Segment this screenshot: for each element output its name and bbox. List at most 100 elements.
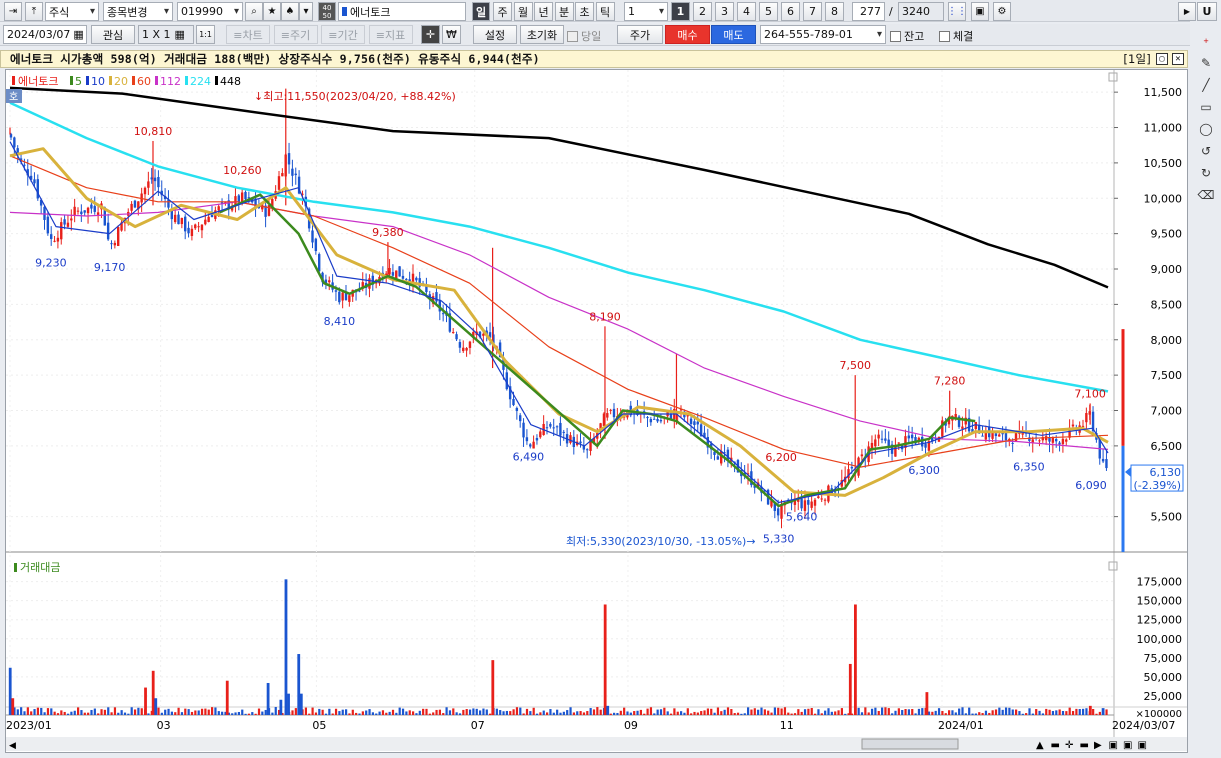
number-tab-1[interactable]: 2 xyxy=(693,2,712,21)
tab-3[interactable]: 분 xyxy=(554,2,574,21)
candle-body xyxy=(612,408,616,418)
today-checkbox-box[interactable] xyxy=(567,30,578,42)
star-icon[interactable]: ★ xyxy=(263,2,281,21)
number-tab-4[interactable]: 5 xyxy=(759,2,778,21)
pin-top-icon[interactable]: ⤒ xyxy=(25,2,43,21)
grid-icon[interactable]: ⋮⋮ xyxy=(947,2,967,21)
account-select[interactable]: 264-555-789-01 xyxy=(760,25,886,44)
won-button[interactable]: ₩ xyxy=(442,25,461,44)
menu-1[interactable]: ≡주기 xyxy=(273,25,318,44)
number-tab-3[interactable]: 4 xyxy=(737,2,756,21)
circle-icon[interactable]: ◯ xyxy=(1193,118,1219,140)
candle-body xyxy=(462,347,465,352)
tick-select[interactable]: 1 xyxy=(624,2,668,21)
volume-bar xyxy=(747,707,750,715)
settings-button[interactable]: 설정 xyxy=(473,25,517,44)
tab-daily[interactable]: 일 xyxy=(472,2,490,21)
u-button[interactable]: U xyxy=(1197,2,1217,21)
number-tab-2[interactable]: 3 xyxy=(715,2,734,21)
number-tab-6[interactable]: 7 xyxy=(803,2,822,21)
candle-body xyxy=(981,435,984,437)
volume-bar xyxy=(633,711,636,715)
stock-name-field[interactable]: 에너토크 xyxy=(338,2,466,21)
crosshair-icon[interactable]: ✛ xyxy=(421,25,440,44)
volume-bar xyxy=(495,708,498,715)
number-tab-7[interactable]: 8 xyxy=(825,2,844,21)
tab-1[interactable]: 월 xyxy=(513,2,533,21)
close-icon[interactable]: ✕ xyxy=(1172,53,1184,65)
volume-bar xyxy=(164,709,167,715)
balance-checkbox[interactable]: 잔고 xyxy=(890,28,924,44)
stock-code-input[interactable]: 019990 xyxy=(177,2,243,21)
one-to-one-button[interactable]: 1:1 xyxy=(196,25,215,44)
date-input[interactable]: 2024/03/07 ▦ xyxy=(3,25,87,44)
candle-body xyxy=(311,230,314,243)
buy-button[interactable]: 매수 xyxy=(665,25,710,44)
collapse-icon[interactable]: ▶ xyxy=(1178,2,1196,21)
eraser-icon[interactable]: ⌫ xyxy=(1193,184,1219,206)
legend-swatch xyxy=(70,76,73,85)
balance-checkbox-box[interactable] xyxy=(890,30,901,42)
chart-svg[interactable]: 11,500 11,000 10,500 10,000 9,500 9,000 8,500 8… xyxy=(6,70,1187,752)
menu-0[interactable]: ≡차트 xyxy=(226,25,270,44)
tab-2[interactable]: 년 xyxy=(534,2,553,21)
volume-bar xyxy=(475,708,478,715)
price-button[interactable]: 주가 xyxy=(617,25,663,44)
count-value: 277 xyxy=(860,5,881,18)
ma-line-224 xyxy=(9,101,1109,393)
chart-panel[interactable]: 11,500 11,000 10,500 10,000 9,500 9,000 8,500 8… xyxy=(5,69,1188,753)
undo-icon[interactable]: ↺ xyxy=(1193,140,1219,162)
peak-label: 7,500 xyxy=(839,359,871,372)
number-tab-0[interactable]: 1 xyxy=(671,2,690,21)
market-select[interactable]: 주식 xyxy=(45,2,99,21)
up-icon[interactable]: ♠ xyxy=(281,2,299,21)
maximize-icon[interactable]: ▢ xyxy=(1156,53,1168,65)
gear-icon[interactable]: ⚙ xyxy=(993,2,1011,21)
tab-4[interactable]: 초 xyxy=(575,2,594,21)
candle-body xyxy=(562,431,565,433)
current-pct: (-2.39%) xyxy=(1134,479,1182,492)
x-tick-label: 03 xyxy=(157,719,171,732)
pencil-icon[interactable]: ✎ xyxy=(1193,52,1219,74)
volume-bar xyxy=(73,710,76,715)
candle-body xyxy=(693,421,696,426)
volume-bar xyxy=(231,713,234,715)
save-icon[interactable]: ▣ xyxy=(971,2,989,21)
tab-0[interactable]: 주 xyxy=(493,2,512,21)
search-icon[interactable]: ⌕ xyxy=(245,2,263,21)
volume-bar xyxy=(351,709,354,715)
redo-icon[interactable]: ↻ xyxy=(1193,162,1219,184)
reset-button[interactable]: 초기화 xyxy=(520,25,564,44)
volume-bar xyxy=(97,713,100,715)
x-tick-label: 09 xyxy=(624,719,638,732)
candle-body xyxy=(234,196,237,205)
candle-body xyxy=(1058,442,1061,445)
menu-2[interactable]: ≡기간 xyxy=(321,25,365,44)
sell-button[interactable]: 매도 xyxy=(711,25,756,44)
menu-3[interactable]: ≡지표 xyxy=(368,25,413,44)
total-count-value: 3240 xyxy=(902,5,930,18)
volume-bar xyxy=(763,709,766,715)
tab-5[interactable]: 틱 xyxy=(595,2,615,21)
chevron-down-icon[interactable]: ▾ xyxy=(299,2,313,21)
volume-tick-label: 50,000 xyxy=(1144,671,1183,684)
line-icon[interactable]: ╱ xyxy=(1193,74,1219,96)
interest-button[interactable]: 관심 xyxy=(91,25,135,44)
volume-bar xyxy=(415,713,418,715)
fill-checkbox[interactable]: 체결 xyxy=(939,28,973,44)
pin-left-icon[interactable]: ⇥ xyxy=(4,2,22,21)
change-stock-select[interactable]: 종목변경 xyxy=(103,2,173,21)
scroll-tool-icon: ✛ xyxy=(1065,740,1074,751)
4050-icon[interactable]: 40 50 xyxy=(318,2,336,21)
scroll-tool-icon: ▬ xyxy=(1080,740,1089,751)
high-annotation: ↓최고:11,550(2023/04/20, +88.42%) xyxy=(254,90,456,103)
volume-bar-major xyxy=(266,682,270,715)
count-input[interactable]: 277 xyxy=(852,2,885,21)
number-tab-5[interactable]: 6 xyxy=(781,2,800,21)
rectangle-icon[interactable]: ▭ xyxy=(1193,96,1219,118)
today-checkbox[interactable]: 당일 xyxy=(567,28,601,44)
grid-layout-field[interactable]: 1 X 1 ▦ xyxy=(138,25,194,44)
volume-bar xyxy=(636,710,639,715)
tool-icon[interactable]: + xyxy=(1193,30,1219,52)
fill-checkbox-box[interactable] xyxy=(939,30,950,42)
